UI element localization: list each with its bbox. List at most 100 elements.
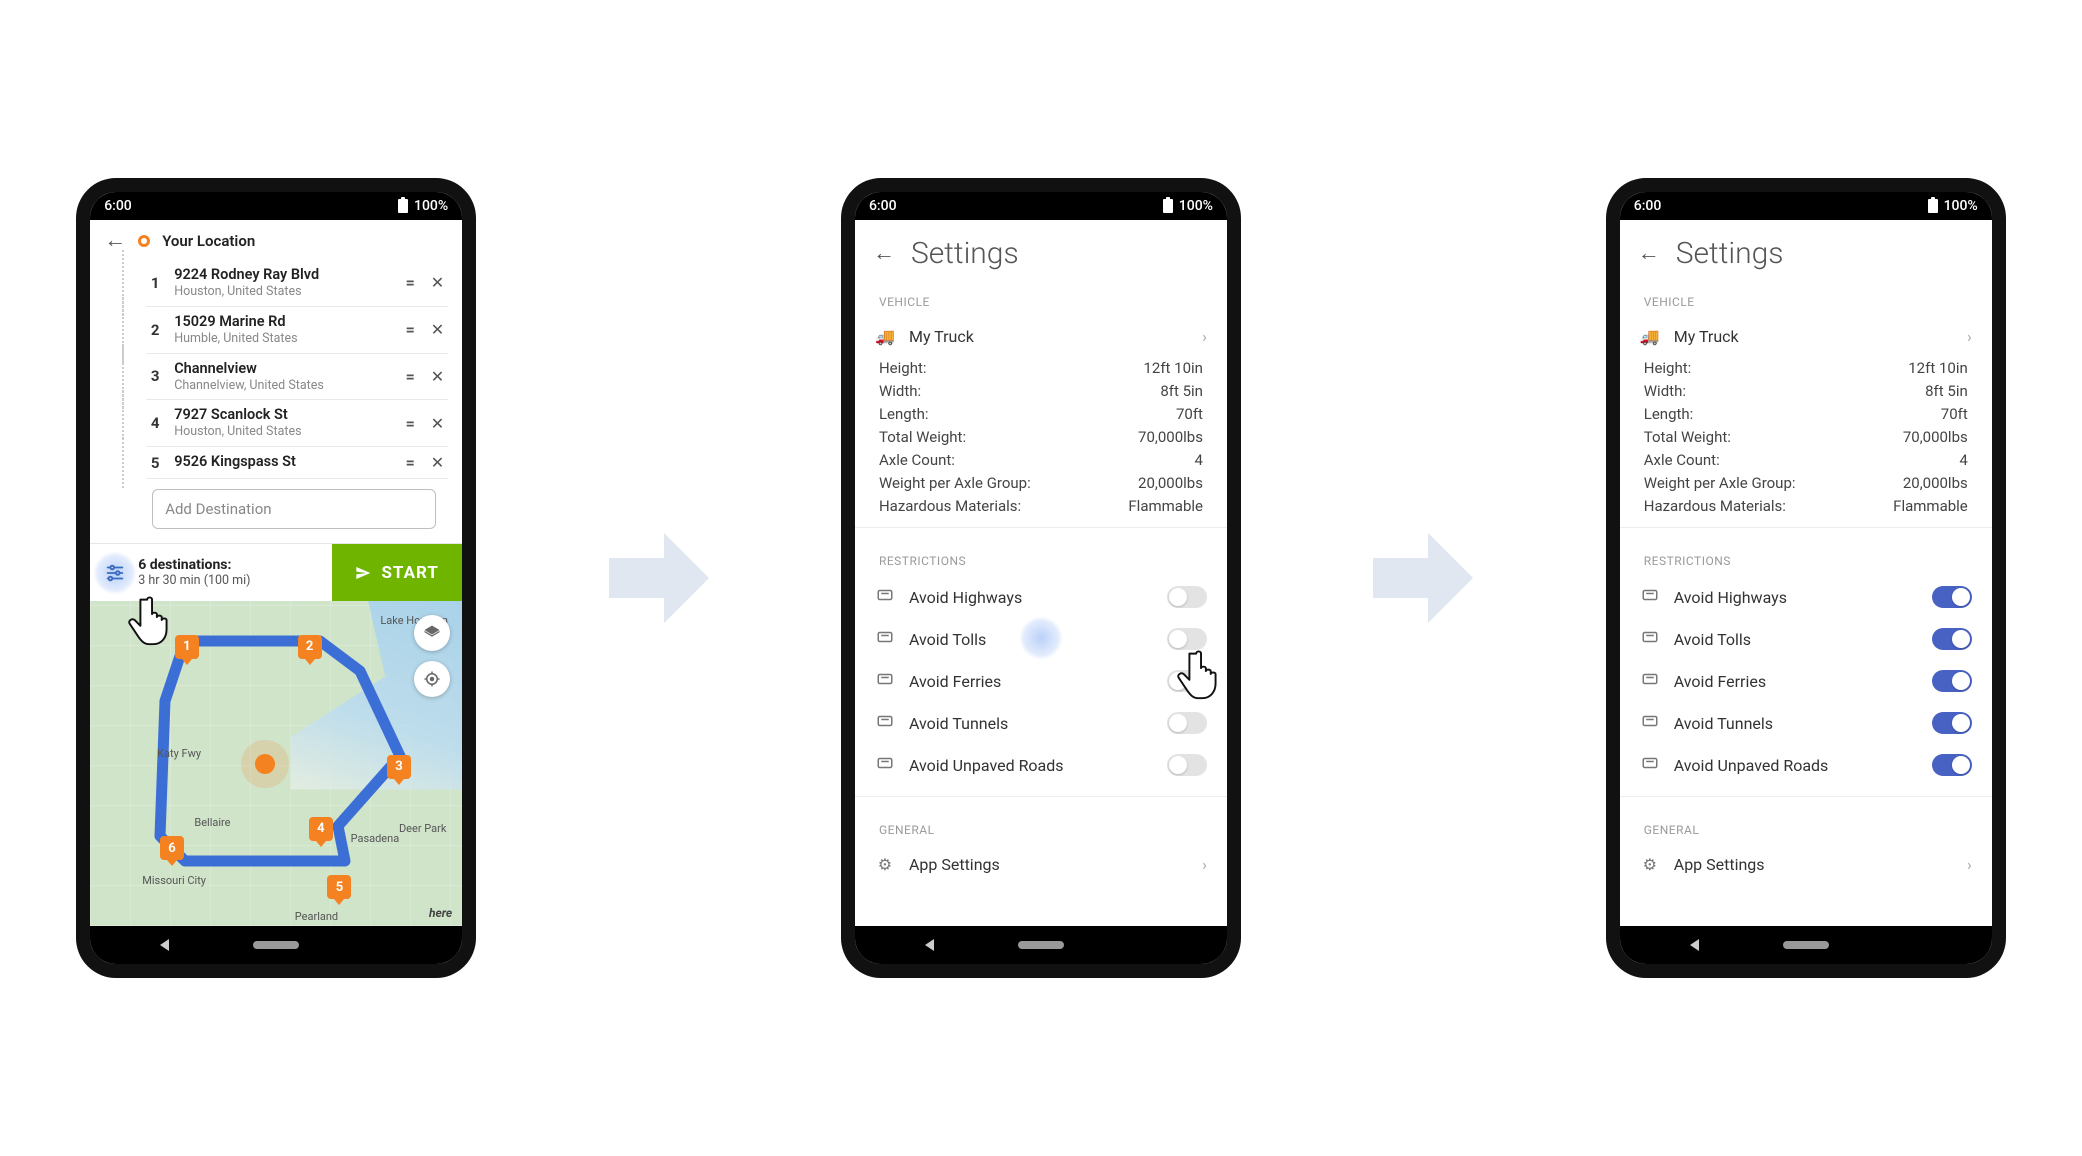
drag-handle-icon[interactable]: = [406,320,413,339]
remove-stop-button[interactable]: ✕ [431,273,444,292]
restrictions-list: Avoid HighwaysAvoid TollsAvoid FerriesAv… [855,576,1227,786]
back-button[interactable]: ← [873,243,895,265]
nav-home-pill[interactable] [253,941,299,949]
vehicle-spec-row: Total Weight:70,000lbs [1644,425,1968,448]
drag-handle-icon[interactable]: = [406,273,413,292]
map-pin[interactable]: 1 [175,635,199,659]
vehicle-spec-row: Height:12ft 10in [1644,356,1968,379]
start-button[interactable]: START [332,544,462,602]
spec-key: Length: [879,405,929,423]
spec-value: 20,000lbs [1903,474,1968,492]
map-pin[interactable]: 6 [160,836,184,860]
vehicle-spec-row: Hazardous Materials: Flammable [879,494,1203,517]
route-options-button[interactable] [100,558,130,588]
restriction-toggle[interactable] [1932,628,1972,650]
spec-key: Width: [1644,382,1686,400]
nav-back-button[interactable] [1690,939,1699,951]
remove-stop-button[interactable]: ✕ [431,320,444,339]
stop-number: 2 [146,321,164,339]
stop-row[interactable]: 19224 Rodney Ray BlvdHouston, United Sta… [146,260,448,307]
vehicle-spec-row: Axle Count:4 [1644,448,1968,471]
status-time: 6:00 [104,198,132,214]
route-content: ← Your Location 19224 Rodney Ray BlvdHou… [90,220,462,926]
nav-back-button[interactable] [925,939,934,951]
back-button[interactable]: ← [1638,243,1660,265]
status-battery: 100% [414,198,448,214]
settings-content: ← Settings VEHICLE 🚚 My Truck › Height:1… [1620,220,1992,926]
nav-home-pill[interactable] [1783,941,1829,949]
map-pin[interactable]: 4 [309,817,333,841]
android-nav-bar [855,926,1227,964]
app-settings-row[interactable]: ⚙ App Settings › [1620,845,1992,884]
chevron-right-icon: › [1202,327,1207,346]
restriction-toggle[interactable] [1167,628,1207,650]
flow-arrow-icon [1373,538,1473,618]
map-pin[interactable]: 3 [387,755,411,779]
stop-row[interactable]: 59526 Kingspass St=✕ [146,447,448,479]
layers-button[interactable] [414,615,450,651]
current-location-marker [255,754,275,774]
add-destination-input[interactable]: Add Destination [152,489,436,529]
locate-button[interactable] [414,661,450,697]
stop-row[interactable]: 47927 Scanlock StHouston, United States=… [146,400,448,447]
restriction-toggle[interactable] [1167,712,1207,734]
tunnel-icon [1640,712,1660,734]
toll-icon [1640,628,1660,650]
toll-icon [875,628,895,650]
restriction-toggle[interactable] [1167,754,1207,776]
tap-highlight [93,551,137,595]
vehicle-spec-row: Axle Count:4 [879,448,1203,471]
stop-number: 3 [146,367,164,385]
remove-stop-button[interactable]: ✕ [431,367,444,386]
vehicle-specs: Height:12ft 10inWidth:8ft 5inLength:70ft… [1620,356,1992,517]
chevron-right-icon: › [1967,855,1972,874]
gear-icon: ⚙ [875,855,895,874]
restriction-toggle[interactable] [1932,754,1972,776]
restriction-label: Avoid Unpaved Roads [1674,756,1918,775]
back-button[interactable]: ← [104,230,126,252]
phone-route-planner: 6:00 100% ← Your Location 19224 Rodney R… [76,178,476,978]
drag-handle-icon[interactable]: = [406,414,413,433]
nav-back-button[interactable] [160,939,169,951]
restriction-label: Avoid Unpaved Roads [909,756,1153,775]
restriction-toggle[interactable] [1932,670,1972,692]
spec-value: 70,000lbs [1138,428,1203,446]
vehicle-row[interactable]: 🚚 My Truck › [1620,317,1992,356]
vehicle-spec-row: Weight per Axle Group:20,000lbs [1644,471,1968,494]
spec-key: Width: [879,382,921,400]
summary-subtitle: 3 hr 30 min (100 mi) [138,573,250,588]
spec-value: Flammable [1128,497,1203,515]
map-pin[interactable]: 2 [298,635,322,659]
restriction-toggle[interactable] [1932,586,1972,608]
vehicle-row[interactable]: 🚚 My Truck › [855,317,1227,356]
restriction-toggle[interactable] [1167,670,1207,692]
spec-value: 8ft 5in [1160,382,1203,400]
battery-icon [1928,199,1938,213]
restriction-label: Avoid Ferries [909,672,1153,691]
restriction-row: Avoid Ferries [1620,660,1992,702]
spec-value: 8ft 5in [1925,382,1968,400]
restriction-toggle[interactable] [1932,712,1972,734]
app-settings-row[interactable]: ⚙ App Settings › [855,845,1227,884]
drag-handle-icon[interactable]: = [406,367,413,386]
stop-title: 15029 Marine Rd [174,313,395,331]
android-nav-bar [1620,926,1992,964]
stop-row[interactable]: 215029 Marine RdHumble, United States=✕ [146,307,448,354]
remove-stop-button[interactable]: ✕ [431,414,444,433]
android-nav-bar [90,926,462,964]
spec-key: Total Weight: [1644,428,1731,446]
restriction-toggle[interactable] [1167,586,1207,608]
stop-row[interactable]: 3ChannelviewChannelview, United States=✕ [146,354,448,401]
stop-title: 7927 Scanlock St [174,406,395,424]
restriction-row: Avoid Highways [855,576,1227,618]
summary-title: 6 destinations: [138,557,250,573]
section-vehicle: VEHICLE [1620,279,1992,317]
map-view[interactable]: 1 2 3 4 5 6 Lake Houston Bellaire Pasade… [90,601,462,926]
drag-handle-icon[interactable]: = [406,453,413,472]
nav-home-pill[interactable] [1018,941,1064,949]
remove-stop-button[interactable]: ✕ [431,453,444,472]
spec-key: Length: [1644,405,1694,423]
spec-value: 4 [1195,451,1203,469]
spec-key: Hazardous Materials: [879,497,1021,515]
map-pin[interactable]: 5 [327,875,351,899]
